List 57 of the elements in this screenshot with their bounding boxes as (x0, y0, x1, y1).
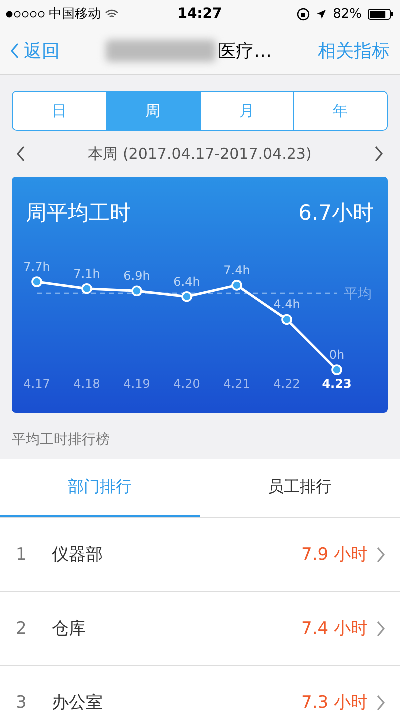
card-title: 周平均工时 (26, 200, 131, 227)
rotation-lock-icon (297, 8, 310, 20)
section-title: 平均工时排行榜 (11, 431, 111, 450)
data-point (132, 286, 142, 297)
date-label[interactable]: 4.20 (174, 377, 200, 391)
value-label: 7.7h (24, 260, 50, 274)
data-point (282, 314, 292, 326)
date-label[interactable]: 4.17 (24, 377, 50, 391)
value-label: 6.4h (174, 274, 200, 289)
hours-value: 7.9 小时 (302, 544, 368, 566)
ranking-row[interactable]: 3 办公室 7.3 小时 (0, 666, 400, 710)
previous-icon (16, 146, 26, 162)
location-icon (316, 8, 328, 20)
average-label: 平均 (344, 286, 372, 302)
value-label: 7.4h (224, 263, 250, 278)
data-point (82, 283, 92, 294)
battery-percent: 82% (333, 6, 362, 22)
chevron-icon (376, 546, 386, 562)
wifi-icon (105, 9, 119, 19)
hours-value: 7.3 小时 (302, 692, 368, 710)
rank-number: 1 (16, 544, 28, 564)
value-label: 0h (329, 348, 345, 362)
date-label[interactable]: 4.18 (74, 377, 100, 391)
next-icon (374, 146, 384, 162)
related-metrics-link[interactable]: 相关指标 (318, 39, 390, 63)
department-name: 仓库 (52, 618, 87, 640)
average-value: 6.7小时 (298, 200, 374, 227)
ranking-row[interactable]: 1 仪器部 7.9 小时 (0, 518, 400, 592)
date-label[interactable]: 4.23 (322, 377, 352, 391)
date-label[interactable]: 4.22 (274, 377, 300, 391)
department-name: 仪器部 (52, 544, 104, 566)
value-label: 6.9h (124, 269, 150, 284)
period-tab[interactable]: 年 (293, 92, 387, 130)
chevron-icon (376, 620, 386, 636)
data-point (182, 291, 192, 302)
nav-title: 医疗… (218, 40, 272, 63)
back-chevron-icon (10, 41, 20, 61)
date-range: 本周 (2017.04.17-2017.04.23) (88, 144, 312, 164)
period-tab[interactable]: 周 (106, 92, 200, 130)
status-time: 14:27 (176, 6, 224, 22)
date-label[interactable]: 4.21 (224, 377, 250, 391)
back-button[interactable]: 返回 (10, 39, 60, 63)
department-name: 办公室 (52, 692, 104, 710)
rank-number: 3 (16, 692, 28, 710)
chevron-icon (376, 694, 386, 710)
signal-icon (6, 10, 45, 18)
ranking-row[interactable]: 2 仓库 7.4 小时 (0, 592, 400, 666)
data-point (332, 364, 342, 376)
date-label[interactable]: 4.19 (124, 377, 150, 391)
battery-icon (368, 8, 394, 20)
value-label: 4.4h (274, 298, 300, 312)
value-label: 7.1h (74, 266, 100, 281)
data-point (32, 276, 42, 288)
rank-number: 2 (16, 618, 28, 638)
hours-value: 7.4 小时 (302, 618, 368, 640)
data-point (232, 280, 242, 291)
carrier-name: 中国移动 (49, 6, 101, 23)
